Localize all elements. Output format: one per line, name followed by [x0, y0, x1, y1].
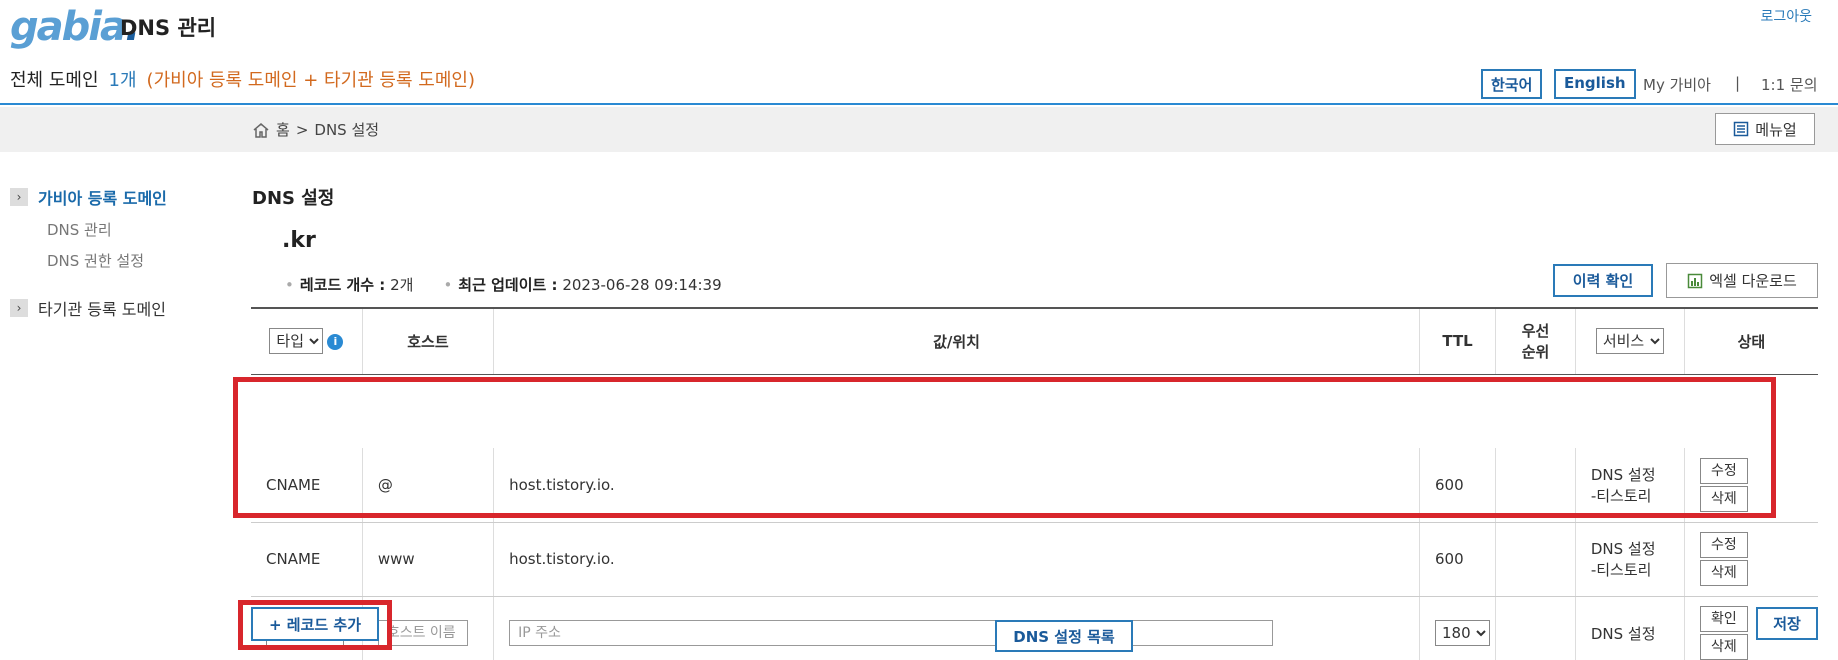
new-value-cell	[493, 596, 1420, 660]
domain-label: 전체 도메인	[10, 70, 99, 91]
priority-header: 우선 순위	[1495, 308, 1576, 375]
page-title: DNS 설정	[252, 188, 335, 209]
breadcrumb-current: DNS 설정	[314, 121, 380, 139]
manual-label: 메뉴얼	[1755, 120, 1797, 139]
excel-icon	[1687, 273, 1703, 288]
host-header: 호스트	[361, 308, 494, 375]
sidebar-group-label: 가비아 등록 도메인	[38, 189, 167, 208]
separator: |	[1735, 74, 1741, 92]
breadcrumb-home[interactable]: 홈	[276, 119, 290, 140]
gabia-logo[interactable]: gabia.	[10, 4, 140, 50]
logo-text: gabia	[10, 4, 127, 50]
status-header: 상태	[1683, 308, 1818, 375]
sidebar-group-other[interactable]: › 타기관 등록 도메인	[10, 296, 230, 320]
breadcrumb-bar: 홈 > DNS 설정 메뉴얼	[0, 107, 1838, 152]
last-updated: • 최근 업데이트 : 2023-06-28 09:14:39	[443, 276, 722, 294]
lang-korean-button[interactable]: 한국어	[1481, 69, 1543, 99]
value-input[interactable]	[509, 620, 1274, 646]
ttl-header: TTL	[1418, 308, 1496, 375]
service-header: 서비스	[1574, 308, 1685, 375]
edit-button[interactable]: 수정	[1699, 532, 1748, 558]
delete-button[interactable]: 삭제	[1699, 634, 1748, 660]
sidebar-item-dns-manage[interactable]: DNS 관리	[47, 219, 230, 240]
domain-count[interactable]: 1개	[109, 70, 137, 91]
logout-link[interactable]: 로그아웃	[1760, 6, 1812, 26]
table-header-row: 타입i 호스트 값/위치 TTL 우선 순위 서비스 상태	[251, 308, 1818, 375]
delete-button[interactable]: 삭제	[1699, 560, 1748, 586]
dns-list-button[interactable]: DNS 설정 목록	[995, 620, 1133, 652]
service-filter-select[interactable]: 서비스	[1595, 328, 1664, 355]
chevron-right-icon: ›	[10, 299, 28, 317]
record-value: host.tistory.io.	[493, 522, 1420, 597]
ttl-select[interactable]: 180	[1434, 620, 1490, 646]
my-gabia-link[interactable]: My 가비아	[1643, 74, 1711, 95]
document-icon	[1734, 121, 1749, 137]
new-priority-cell	[1495, 596, 1576, 660]
app-title: DNS 관리	[120, 16, 217, 40]
lang-english-button[interactable]: English	[1554, 69, 1636, 99]
header: gabia. DNS 관리 로그아웃 전체 도메인 1개 (가비아 등록 도메인 +…	[0, 0, 1838, 105]
type-header: 타입i	[251, 308, 363, 375]
excel-download-button[interactable]: 엑셀 다운로드	[1666, 263, 1818, 298]
record-type: CNAME	[251, 522, 363, 597]
domain-breakdown: (가비아 등록 도메인 + 타기관 등록 도메인)	[146, 70, 475, 91]
record-actions: 수정 삭제	[1683, 522, 1818, 597]
new-ttl-cell: 180	[1418, 596, 1496, 660]
confirm-button[interactable]: 확인	[1699, 606, 1748, 632]
record-host: www	[361, 522, 494, 597]
breadcrumb: 홈 > DNS 설정	[252, 119, 379, 140]
zone-name: .kr	[282, 228, 316, 253]
home-icon[interactable]	[252, 122, 270, 138]
new-service-cell: DNS 설정	[1574, 596, 1685, 660]
record-count: • 레코드 개수 : 2개	[285, 276, 414, 294]
highlight-box-add	[238, 600, 392, 650]
inquiry-link[interactable]: 1:1 문의	[1761, 74, 1818, 95]
chevron-right-icon: ›	[10, 188, 28, 206]
sidebar-item-dns-permission[interactable]: DNS 권한 설정	[47, 250, 230, 271]
table-row: CNAME www host.tistory.io. 600 DNS 설정 -티스…	[251, 522, 1818, 597]
record-meta: • 레코드 개수 : 2개 • 최근 업데이트 : 2023-06-28 09:14…	[285, 274, 722, 295]
sidebar: › 가비아 등록 도메인 DNS 관리 DNS 권한 설정 › 타기관 등록 도…	[10, 185, 230, 320]
record-ttl: 600	[1418, 522, 1496, 597]
manual-button[interactable]: 메뉴얼	[1715, 113, 1815, 145]
record-priority	[1495, 522, 1576, 597]
sidebar-group-gabia[interactable]: › 가비아 등록 도메인	[10, 185, 230, 209]
record-service: DNS 설정 -티스토리	[1574, 522, 1685, 597]
info-icon[interactable]: i	[327, 333, 344, 350]
excel-label: 엑셀 다운로드	[1709, 272, 1797, 290]
type-filter-select[interactable]: 타입	[269, 328, 324, 355]
save-button[interactable]: 저장	[1756, 607, 1818, 640]
domain-summary: 전체 도메인 1개 (가비아 등록 도메인 + 타기관 등록 도메인)	[10, 66, 475, 92]
highlight-box-records	[233, 377, 1776, 518]
sidebar-group-label: 타기관 등록 도메인	[38, 300, 166, 319]
history-button[interactable]: 이력 확인	[1553, 264, 1653, 297]
breadcrumb-separator: >	[295, 120, 309, 139]
value-header: 값/위치	[493, 308, 1420, 375]
